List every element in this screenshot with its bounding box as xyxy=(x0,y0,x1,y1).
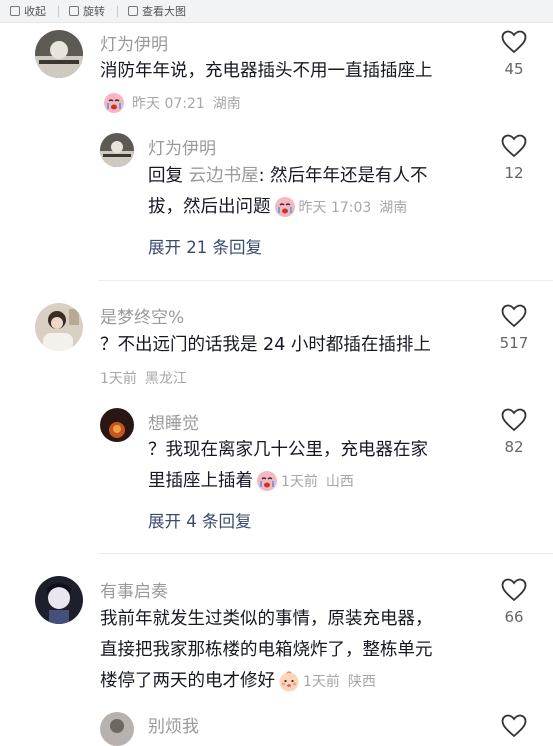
comment-text-line1: 我前年就发生过类似的事情，原装充电器， xyxy=(100,609,433,629)
commenter-name[interactable]: 是梦终空% xyxy=(100,303,184,328)
heart-outline-icon xyxy=(501,30,527,54)
view-large-label: 查看大图 xyxy=(142,5,186,18)
avatar[interactable] xyxy=(35,303,83,351)
comment-time: 1天前 xyxy=(100,371,137,387)
collapse-icon xyxy=(10,6,20,16)
toolbar-divider xyxy=(58,5,59,17)
image-viewer-toolbar: 收起 旋转 查看大图 xyxy=(0,0,553,23)
crying-face-emoji-icon xyxy=(257,471,277,491)
comment-location: 陕西 xyxy=(347,674,376,690)
reply-location: 湖南 xyxy=(379,200,408,216)
avatar[interactable] xyxy=(35,30,83,78)
reply-text-line2: 拔，然后出问题 xyxy=(148,197,271,217)
reply-to-name[interactable]: 云边书屋 xyxy=(189,166,259,186)
reply-text-line2: 里插座上插着 xyxy=(148,471,253,491)
like-count: 66 xyxy=(504,608,524,626)
expand-replies-button[interactable]: 展开 4 条回复 xyxy=(148,508,252,532)
comment-meta: 1天前 黑龙江 xyxy=(100,368,187,388)
comment-divider xyxy=(98,280,553,281)
like-button[interactable] xyxy=(494,714,534,738)
heart-outline-icon xyxy=(501,714,527,738)
comment-text-line2: 直接把我家那栋楼的电箱烧炸了，整栋单元 xyxy=(100,640,433,660)
baby-face-emoji-icon xyxy=(279,671,299,692)
collapse-button[interactable]: 收起 xyxy=(10,3,46,19)
reply-time: 1天前 xyxy=(281,474,318,490)
collapse-label: 收起 xyxy=(24,5,46,18)
comment-time: 1天前 xyxy=(303,674,340,690)
expand-replies-button[interactable]: 展开 21 条回复 xyxy=(148,234,262,258)
heart-outline-icon xyxy=(501,408,527,432)
like-count: 82 xyxy=(504,438,524,456)
like-button[interactable]: 82 xyxy=(494,408,534,456)
crying-face-emoji-icon xyxy=(104,93,124,113)
comment-text-line3: 楼停了两天的电才修好 xyxy=(100,671,275,691)
comment-text: 消防年年说，充电器插头不用一直插插座上 xyxy=(100,61,433,81)
heart-outline-icon xyxy=(501,578,527,602)
toolbar-divider xyxy=(117,5,118,17)
comment-location: 黑龙江 xyxy=(144,371,187,387)
reply-text: 回复 云边书屋: 然后年年还是有人不 拔，然后出问题 昨天 17:03 湖南 xyxy=(148,161,478,224)
reply-location: 山西 xyxy=(325,474,354,490)
reply-prefix: 回复 xyxy=(148,166,189,186)
reply-time: 昨天 17:03 xyxy=(298,200,372,216)
like-count: 517 xyxy=(499,334,529,352)
reply-text: ？我现在离家几十公里，充电器在家 里插座上插着 1天前 山西 xyxy=(148,435,478,498)
reply-avatar[interactable] xyxy=(100,712,134,746)
comment-text: 我前年就发生过类似的事情，原装充电器， 直接把我家那栋楼的电箱烧炸了，整栋单元 … xyxy=(100,604,490,698)
comment-text: ？不出远门的话我是 24 小时都插在插排上 xyxy=(100,335,431,355)
reply-commenter-name[interactable]: 想睡觉 xyxy=(148,409,199,434)
magnify-icon xyxy=(128,6,138,16)
reply-text-line1: ？我现在离家几十公里，充电器在家 xyxy=(148,440,428,460)
crying-face-emoji-icon xyxy=(274,197,295,217)
rotate-icon xyxy=(69,6,79,16)
view-large-button[interactable]: 查看大图 xyxy=(128,3,186,19)
like-button[interactable]: 517 xyxy=(494,304,534,352)
heart-outline-icon xyxy=(501,304,527,328)
heart-outline-icon xyxy=(501,134,527,158)
like-button[interactable]: 12 xyxy=(494,134,534,182)
reply-commenter-name[interactable]: 别烦我 xyxy=(148,712,199,737)
comment-divider xyxy=(98,553,553,554)
rotate-label: 旋转 xyxy=(83,5,105,18)
comment-time: 昨天 07:21 xyxy=(132,96,205,112)
reply-commenter-name[interactable]: 灯为伊明 xyxy=(148,134,216,159)
reply-avatar[interactable] xyxy=(100,133,134,167)
like-button[interactable]: 66 xyxy=(494,578,534,626)
comment-location: 湖南 xyxy=(212,96,241,112)
commenter-name[interactable]: 灯为伊明 xyxy=(100,30,168,55)
rotate-button[interactable]: 旋转 xyxy=(69,3,105,19)
reply-text-line1: : 然后年年还是有人不 xyxy=(258,166,428,186)
like-button[interactable]: 45 xyxy=(494,30,534,78)
commenter-name[interactable]: 有事启奏 xyxy=(100,577,168,602)
like-count: 12 xyxy=(504,164,524,182)
reply-avatar[interactable] xyxy=(100,408,134,442)
avatar[interactable] xyxy=(35,576,83,624)
comment-meta: 昨天 07:21 湖南 xyxy=(100,92,241,114)
like-count: 45 xyxy=(504,60,524,78)
